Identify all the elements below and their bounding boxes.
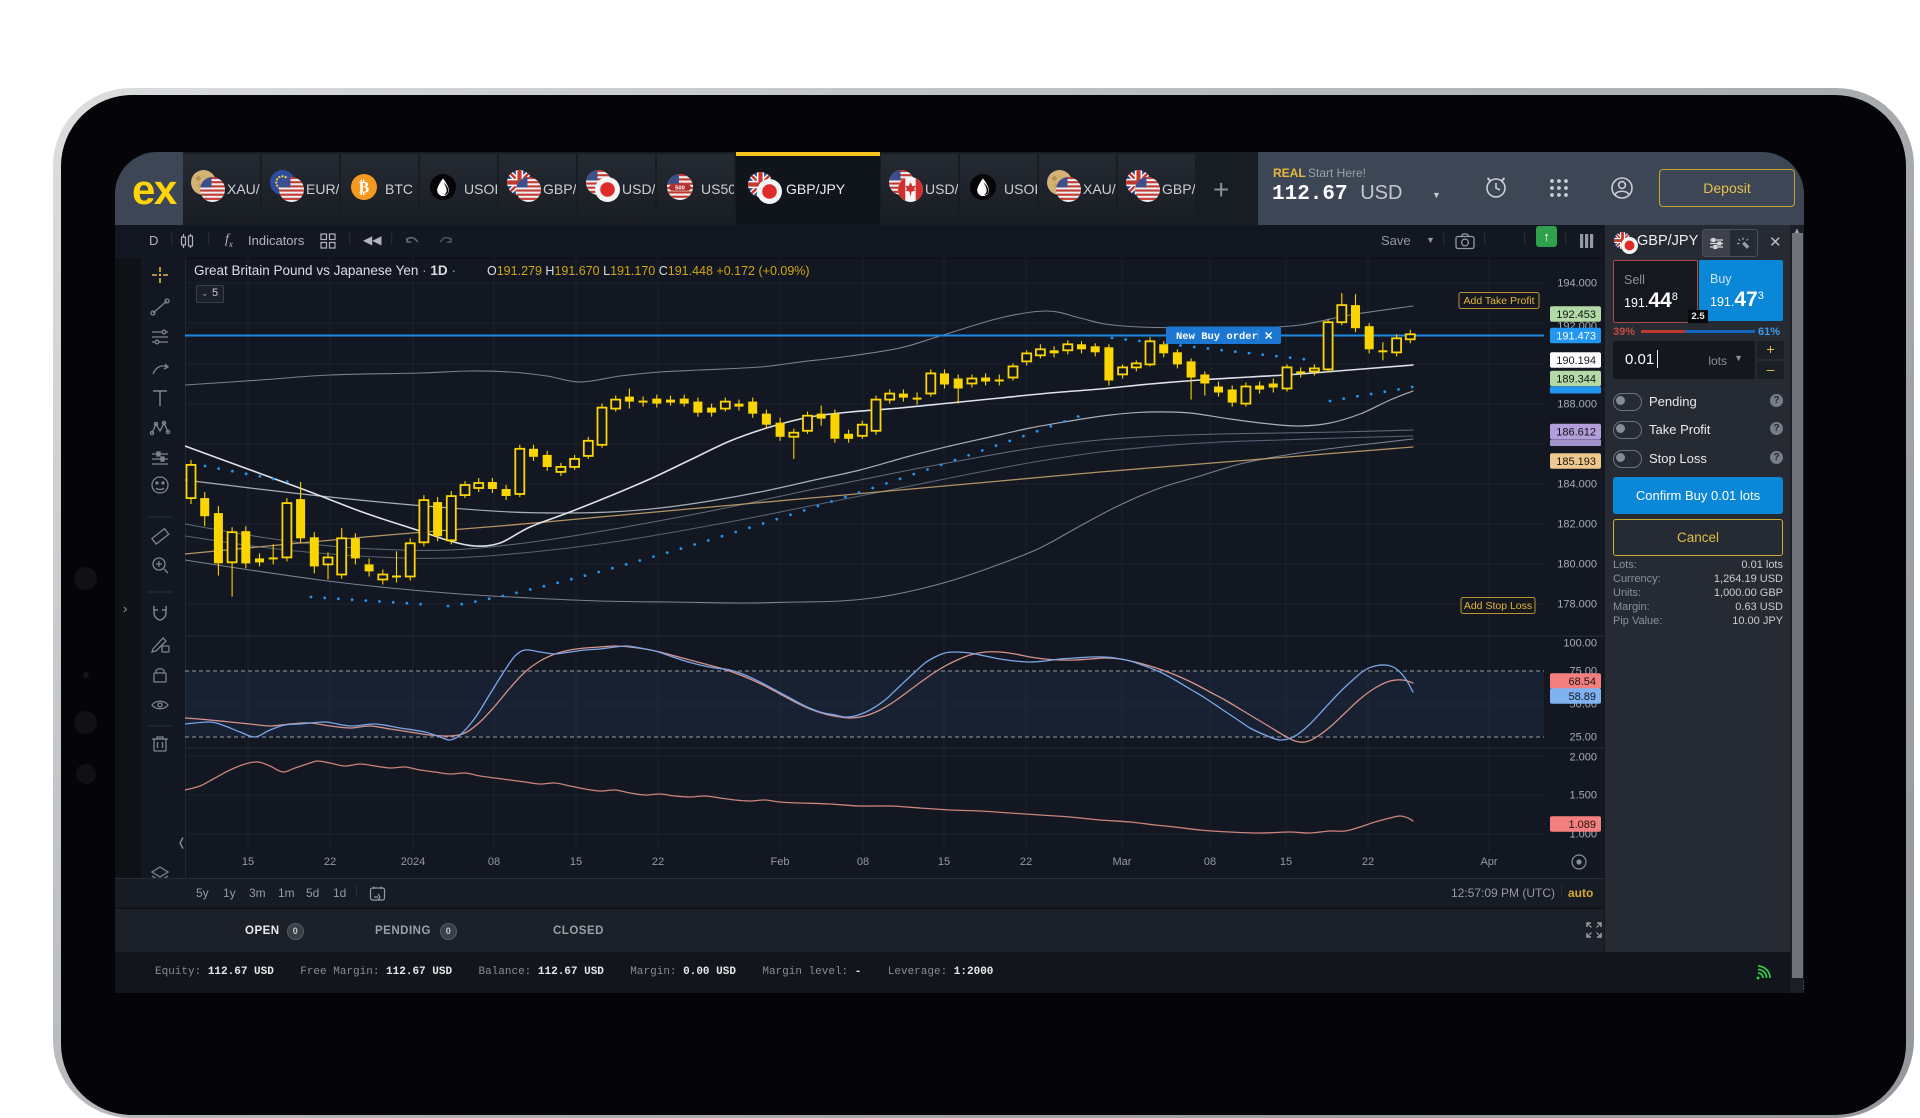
svg-text:189.344: 189.344 (1556, 373, 1596, 385)
svg-text:1.500: 1.500 (1569, 790, 1597, 802)
svg-text:68.54: 68.54 (1568, 676, 1596, 688)
svg-text:Feb: Feb (771, 856, 790, 868)
svg-text:22: 22 (324, 856, 336, 868)
svg-text:184.000: 184.000 (1557, 479, 1597, 491)
svg-text:58.89: 58.89 (1568, 691, 1596, 703)
svg-text:1.089: 1.089 (1568, 819, 1596, 831)
svg-text:180.000: 180.000 (1557, 559, 1597, 571)
svg-text:✕: ✕ (1264, 331, 1273, 343)
svg-text:15: 15 (938, 856, 950, 868)
svg-text:15: 15 (1280, 856, 1292, 868)
svg-text:186.612: 186.612 (1556, 426, 1596, 438)
svg-text:500: 500 (675, 186, 686, 192)
svg-text:₿: ₿ (359, 178, 370, 196)
svg-text:188.000: 188.000 (1557, 399, 1597, 411)
svg-text:Add Take Profit: Add Take Profit (1463, 295, 1534, 307)
svg-text:15: 15 (242, 856, 254, 868)
svg-text:New Buy order: New Buy order (1176, 331, 1258, 343)
svg-text:Apr: Apr (1480, 856, 1497, 868)
svg-text:185.193: 185.193 (1556, 456, 1596, 468)
svg-text:178.000: 178.000 (1557, 599, 1597, 611)
svg-text:Add Stop Loss: Add Stop Loss (1464, 600, 1532, 612)
svg-text:08: 08 (488, 856, 500, 868)
svg-text:182.000: 182.000 (1557, 519, 1597, 531)
svg-text:190.194: 190.194 (1556, 355, 1596, 367)
svg-text:15: 15 (570, 856, 582, 868)
svg-text:191.473: 191.473 (1556, 330, 1596, 342)
svg-text:2024: 2024 (401, 856, 425, 868)
svg-text:08: 08 (857, 856, 869, 868)
svg-text:192.453: 192.453 (1556, 309, 1596, 321)
svg-text:25.00: 25.00 (1569, 732, 1597, 744)
svg-text:22: 22 (1020, 856, 1032, 868)
svg-text:194.000: 194.000 (1557, 278, 1597, 290)
svg-text:2.000: 2.000 (1569, 752, 1597, 764)
svg-text:22: 22 (652, 856, 664, 868)
svg-text:Mar: Mar (1113, 856, 1132, 868)
svg-text:22: 22 (1362, 856, 1374, 868)
svg-text:08: 08 (1204, 856, 1216, 868)
svg-text:100.00: 100.00 (1563, 638, 1597, 650)
